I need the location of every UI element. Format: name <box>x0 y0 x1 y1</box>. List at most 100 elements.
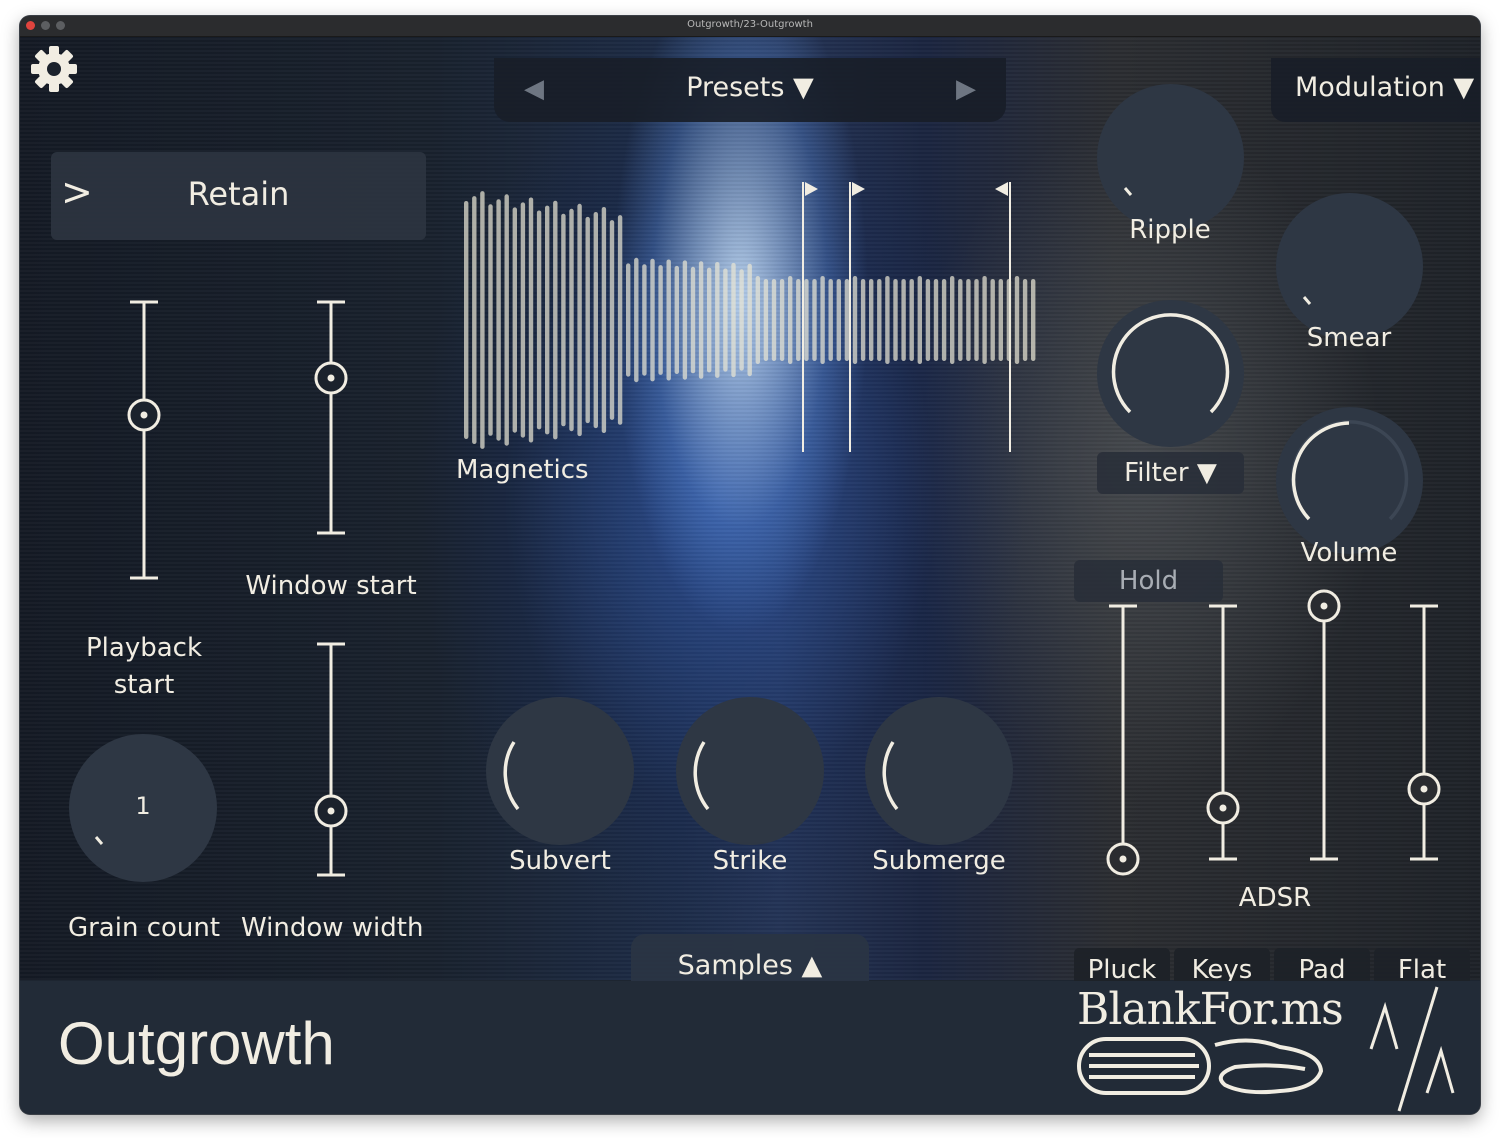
waveform-bar <box>877 279 882 361</box>
window-width-label: Window width <box>241 913 424 943</box>
waveform-bar <box>974 279 979 361</box>
grain-count-knob[interactable]: 1 <box>69 734 217 882</box>
ripple-label: Ripple <box>1129 215 1211 245</box>
app-name: Outgrowth <box>58 1010 335 1077</box>
subvert-label: Subvert <box>509 846 611 876</box>
waveform-bar <box>917 276 922 364</box>
waveform-bar <box>788 276 793 364</box>
waveform-bar <box>707 267 712 373</box>
waveform-bar <box>1014 276 1020 364</box>
waveform-bar <box>844 279 850 361</box>
waveform-bar <box>480 191 485 449</box>
waveform-bar <box>658 265 663 375</box>
waveform-bar <box>650 258 655 382</box>
waveform-bar <box>715 262 720 378</box>
grain-count-label: Grain count <box>67 913 221 943</box>
playback-start-label: Playback start <box>85 633 202 700</box>
waveform-bar <box>771 279 777 361</box>
waveform-bar <box>901 279 906 361</box>
submerge-label: Submerge <box>872 846 1006 876</box>
window-start-slider[interactable] <box>314 300 348 535</box>
filter-dropdown[interactable]: Filter ▼ <box>1097 452 1244 494</box>
blankforms-monogram-icon <box>1369 986 1455 1112</box>
brand-logo-mark <box>1077 1037 1324 1095</box>
window-title: Outgrowth/23-Outgrowth <box>687 19 813 30</box>
ripple-knob[interactable] <box>1097 84 1244 231</box>
playback-start-slider[interactable] <box>127 300 161 580</box>
waveform-label: Magnetics <box>456 455 589 485</box>
waveform-bar <box>731 262 736 378</box>
waveform-bar <box>496 199 501 441</box>
waveform-bar <box>755 276 760 364</box>
waveform-bar <box>828 279 833 361</box>
waveform-bar <box>545 205 550 435</box>
window-width-slider[interactable] <box>314 642 348 877</box>
adsr-attack-slider[interactable] <box>1106 604 1140 876</box>
waveform-bar <box>958 279 963 361</box>
waveform-bar <box>569 208 574 432</box>
waveform-bar <box>593 212 598 429</box>
plugin-window: Outgrowth/23-Outgrowth > Retain ◀ Preset… <box>20 16 1480 1114</box>
strike-knob[interactable] <box>676 697 824 845</box>
waveform-bar <box>941 279 947 361</box>
waveform-bar <box>617 215 623 425</box>
waveform-bar <box>966 279 971 361</box>
waveform-bar <box>909 279 914 361</box>
main-panel: > Retain ◀ Presets ▼ ▶ Modulation ▼ Play… <box>20 37 1480 1002</box>
filter-knob[interactable] <box>1097 300 1244 447</box>
waveform-bar <box>1006 279 1012 361</box>
waveform-bar <box>642 264 647 376</box>
waveform-bar <box>763 279 769 361</box>
waveform-bar <box>820 276 825 364</box>
waveform-bar <box>609 220 615 420</box>
waveform-bar <box>634 257 639 383</box>
waveform-bar <box>1031 279 1036 361</box>
waveform-bar <box>472 196 477 444</box>
footer: Outgrowth BlankFor.ms <box>20 981 1480 1114</box>
waveform-bar <box>933 279 939 361</box>
strike-label: Strike <box>712 846 788 876</box>
waveform-display[interactable] <box>464 191 1036 449</box>
waveform-bar <box>739 269 744 371</box>
waveform-bar <box>520 202 526 438</box>
waveform-bar <box>804 279 809 361</box>
waveform-bar <box>723 268 728 372</box>
submerge-knob[interactable] <box>865 697 1013 845</box>
waveform-bar <box>488 204 493 436</box>
waveform-bar <box>836 279 841 361</box>
grain-count-value: 1 <box>135 792 151 820</box>
waveform-bar <box>779 279 785 361</box>
waveform-bar <box>528 197 534 443</box>
waveform-bar <box>536 210 542 430</box>
waveform-bar <box>674 265 679 374</box>
waveform-markers[interactable] <box>802 182 1011 452</box>
adsr-label: ADSR <box>1238 883 1312 913</box>
waveform-bar <box>553 200 558 440</box>
waveform-bar <box>885 276 890 364</box>
waveform-bar <box>504 194 509 446</box>
waveform-bar <box>860 279 866 361</box>
title-bar: Outgrowth/23-Outgrowth <box>20 16 1480 37</box>
waveform-bar <box>690 266 696 374</box>
subvert-knob[interactable] <box>486 697 634 845</box>
waveform-bar <box>698 261 704 379</box>
adsr-release-slider[interactable] <box>1407 604 1441 861</box>
waveform-bar <box>666 259 671 381</box>
waveform-bar <box>812 279 817 361</box>
hold-button[interactable]: Hold <box>1074 560 1223 602</box>
waveform-bar <box>982 276 987 364</box>
waveform-bar <box>561 213 566 427</box>
waveform-bar <box>796 279 801 361</box>
volume-label: Volume <box>1300 538 1398 568</box>
waveform-bar <box>893 279 898 361</box>
waveform-bar <box>998 279 1003 361</box>
waveform-bar <box>626 263 631 377</box>
adsr-sustain-slider[interactable] <box>1307 589 1341 861</box>
volume-knob[interactable] <box>1276 407 1423 554</box>
waveform-bar <box>747 263 752 377</box>
waveform-bar <box>585 216 590 424</box>
smear-label: Smear <box>1306 323 1392 353</box>
waveform-bar <box>577 203 582 437</box>
adsr-decay-slider[interactable] <box>1206 604 1240 861</box>
smear-knob[interactable] <box>1276 193 1423 340</box>
